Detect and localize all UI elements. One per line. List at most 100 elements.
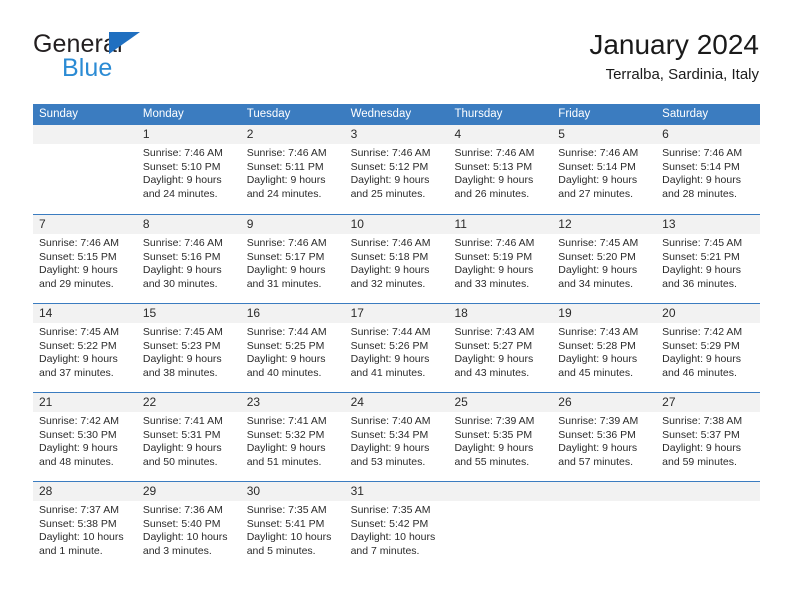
day-cell[interactable]: 5 Sunrise: 7:46 AM Sunset: 5:14 PM Dayli…	[552, 125, 657, 214]
day-number-band: 12	[552, 215, 657, 234]
day-number: 1	[142, 127, 150, 141]
sunset-text: Sunset: 5:15 PM	[39, 250, 117, 263]
sunset-text: Sunset: 5:14 PM	[558, 160, 636, 173]
day-cell[interactable]: 1 Sunrise: 7:46 AM Sunset: 5:10 PM Dayli…	[136, 125, 241, 214]
day-number: 3	[350, 127, 358, 141]
day-number: 18	[454, 306, 468, 320]
day-number-band: 29	[136, 482, 241, 501]
day-cell[interactable]: 21 Sunrise: 7:42 AM Sunset: 5:30 PM Dayl…	[33, 393, 137, 481]
day-cell[interactable]: 27 Sunrise: 7:38 AM Sunset: 5:37 PM Dayl…	[656, 393, 761, 481]
sunrise-text: Sunrise: 7:45 AM	[39, 326, 119, 338]
day-number-band: 20	[656, 304, 761, 323]
day-cell[interactable]: 22 Sunrise: 7:41 AM Sunset: 5:31 PM Dayl…	[136, 393, 241, 481]
day-cell	[33, 125, 137, 214]
weekday-header-monday: Monday	[142, 108, 184, 120]
sunset-text: Sunset: 5:14 PM	[662, 160, 740, 173]
day-cell[interactable]: 25 Sunrise: 7:39 AM Sunset: 5:35 PM Dayl…	[448, 393, 553, 481]
day-number: 19	[558, 306, 572, 320]
day-cell[interactable]: 3 Sunrise: 7:46 AM Sunset: 5:12 PM Dayli…	[344, 125, 449, 214]
day-number-band: 5	[552, 125, 657, 144]
day-cell[interactable]: 18 Sunrise: 7:43 AM Sunset: 5:27 PM Dayl…	[448, 304, 553, 392]
day-number-band	[33, 125, 137, 144]
day-cell[interactable]: 14 Sunrise: 7:45 AM Sunset: 5:22 PM Dayl…	[33, 304, 137, 392]
day-number-band	[552, 482, 657, 501]
daylight-text-line1: Daylight: 9 hours	[246, 264, 326, 277]
day-number: 15	[142, 306, 157, 320]
day-number: 5	[558, 127, 565, 141]
daylight-text-line2: and 38 minutes.	[142, 366, 218, 379]
day-cell[interactable]: 2 Sunrise: 7:46 AM Sunset: 5:11 PM Dayli…	[240, 125, 345, 214]
day-cell[interactable]: 11 Sunrise: 7:46 AM Sunset: 5:19 PM Dayl…	[448, 215, 553, 303]
general-blue-logo[interactable]: General Blue	[33, 30, 273, 88]
day-cell[interactable]: 12 Sunrise: 7:45 AM Sunset: 5:20 PM Dayl…	[552, 215, 657, 303]
day-details: Sunrise: 7:46 AM Sunset: 5:11 PM Dayligh…	[241, 144, 345, 201]
daylight-text-line1: Daylight: 10 hours	[246, 531, 332, 544]
day-cell[interactable]: 29 Sunrise: 7:36 AM Sunset: 5:40 PM Dayl…	[136, 482, 241, 570]
sunrise-text: Sunrise: 7:45 AM	[558, 237, 639, 249]
day-number: 16	[246, 306, 261, 320]
day-cell[interactable]: 7 Sunrise: 7:46 AM Sunset: 5:15 PM Dayli…	[33, 215, 137, 303]
day-details: Sunrise: 7:37 AM Sunset: 5:38 PM Dayligh…	[33, 501, 137, 558]
weekday-header-thursday: Thursday	[454, 108, 503, 120]
daylight-text-line2: and 40 minutes.	[246, 366, 322, 379]
day-cell[interactable]: 19 Sunrise: 7:43 AM Sunset: 5:28 PM Dayl…	[552, 304, 657, 392]
daylight-text-line2: and 7 minutes.	[350, 544, 420, 557]
daylight-text-line2: and 26 minutes.	[454, 187, 530, 200]
day-number: 4	[454, 127, 462, 141]
daylight-text-line1: Daylight: 9 hours	[558, 174, 638, 187]
daylight-text-line1: Daylight: 9 hours	[558, 264, 638, 277]
day-details: Sunrise: 7:43 AM Sunset: 5:28 PM Dayligh…	[552, 323, 656, 380]
day-cell[interactable]: 13 Sunrise: 7:45 AM Sunset: 5:21 PM Dayl…	[656, 215, 761, 303]
daylight-text-line1: Daylight: 9 hours	[558, 353, 638, 366]
day-details: Sunrise: 7:46 AM Sunset: 5:14 PM Dayligh…	[656, 144, 760, 201]
day-details: Sunrise: 7:44 AM Sunset: 5:25 PM Dayligh…	[241, 323, 345, 380]
day-cell[interactable]: 16 Sunrise: 7:44 AM Sunset: 5:25 PM Dayl…	[240, 304, 345, 392]
daylight-text-line2: and 27 minutes.	[558, 187, 634, 200]
day-cell[interactable]: 30 Sunrise: 7:35 AM Sunset: 5:41 PM Dayl…	[240, 482, 345, 570]
day-cell[interactable]: 9 Sunrise: 7:46 AM Sunset: 5:17 PM Dayli…	[240, 215, 345, 303]
day-number: 30	[246, 484, 261, 498]
day-cell[interactable]: 28 Sunrise: 7:37 AM Sunset: 5:38 PM Dayl…	[33, 482, 137, 570]
sunrise-text: Sunrise: 7:38 AM	[662, 415, 743, 427]
day-cell[interactable]: 17 Sunrise: 7:44 AM Sunset: 5:26 PM Dayl…	[344, 304, 449, 392]
day-cell[interactable]: 10 Sunrise: 7:46 AM Sunset: 5:18 PM Dayl…	[344, 215, 449, 303]
day-cell[interactable]: 6 Sunrise: 7:46 AM Sunset: 5:14 PM Dayli…	[656, 125, 761, 214]
sunrise-text: Sunrise: 7:46 AM	[39, 237, 119, 249]
day-details: Sunrise: 7:41 AM Sunset: 5:32 PM Dayligh…	[241, 412, 345, 469]
day-number: 31	[350, 484, 364, 498]
day-number: 21	[39, 395, 53, 409]
daylight-text-line2: and 31 minutes.	[246, 277, 322, 290]
day-cell[interactable]: 8 Sunrise: 7:46 AM Sunset: 5:16 PM Dayli…	[136, 215, 241, 303]
weekday-header-wednesday: Wednesday	[350, 108, 412, 120]
day-number: 7	[39, 217, 46, 231]
sunset-text: Sunset: 5:34 PM	[350, 428, 429, 441]
day-cell[interactable]: 31 Sunrise: 7:35 AM Sunset: 5:42 PM Dayl…	[344, 482, 449, 570]
day-cell	[656, 482, 761, 570]
sunrise-text: Sunrise: 7:46 AM	[350, 147, 431, 159]
day-number: 14	[39, 306, 53, 320]
daylight-text-line2: and 43 minutes.	[454, 366, 530, 379]
day-cell[interactable]: 24 Sunrise: 7:40 AM Sunset: 5:34 PM Dayl…	[344, 393, 449, 481]
logo-text-blue: Blue	[62, 54, 113, 82]
day-cell[interactable]: 4 Sunrise: 7:46 AM Sunset: 5:13 PM Dayli…	[448, 125, 553, 214]
sunset-text: Sunset: 5:29 PM	[662, 339, 740, 352]
daylight-text-line1: Daylight: 9 hours	[558, 442, 638, 455]
sunset-text: Sunset: 5:36 PM	[558, 428, 636, 441]
daylight-text-line2: and 24 minutes.	[142, 187, 218, 200]
day-number-band: 28	[33, 482, 137, 501]
day-cell[interactable]: 26 Sunrise: 7:39 AM Sunset: 5:36 PM Dayl…	[552, 393, 657, 481]
day-details: Sunrise: 7:44 AM Sunset: 5:26 PM Dayligh…	[345, 323, 449, 380]
day-cell[interactable]: 20 Sunrise: 7:42 AM Sunset: 5:29 PM Dayl…	[656, 304, 761, 392]
daylight-text-line2: and 41 minutes.	[350, 366, 426, 379]
day-number-band: 16	[240, 304, 345, 323]
week-row: 28 Sunrise: 7:37 AM Sunset: 5:38 PM Dayl…	[33, 481, 761, 570]
day-number-band: 18	[448, 304, 553, 323]
day-details	[552, 501, 656, 504]
daylight-text-line1: Daylight: 10 hours	[350, 531, 436, 544]
day-cell[interactable]: 23 Sunrise: 7:41 AM Sunset: 5:32 PM Dayl…	[240, 393, 345, 481]
day-cell[interactable]: 15 Sunrise: 7:45 AM Sunset: 5:23 PM Dayl…	[136, 304, 241, 392]
daylight-text-line2: and 48 minutes.	[39, 455, 114, 468]
day-number-band: 7	[33, 215, 137, 234]
daylight-text-line2: and 46 minutes.	[662, 366, 737, 379]
day-number: 20	[662, 306, 676, 320]
